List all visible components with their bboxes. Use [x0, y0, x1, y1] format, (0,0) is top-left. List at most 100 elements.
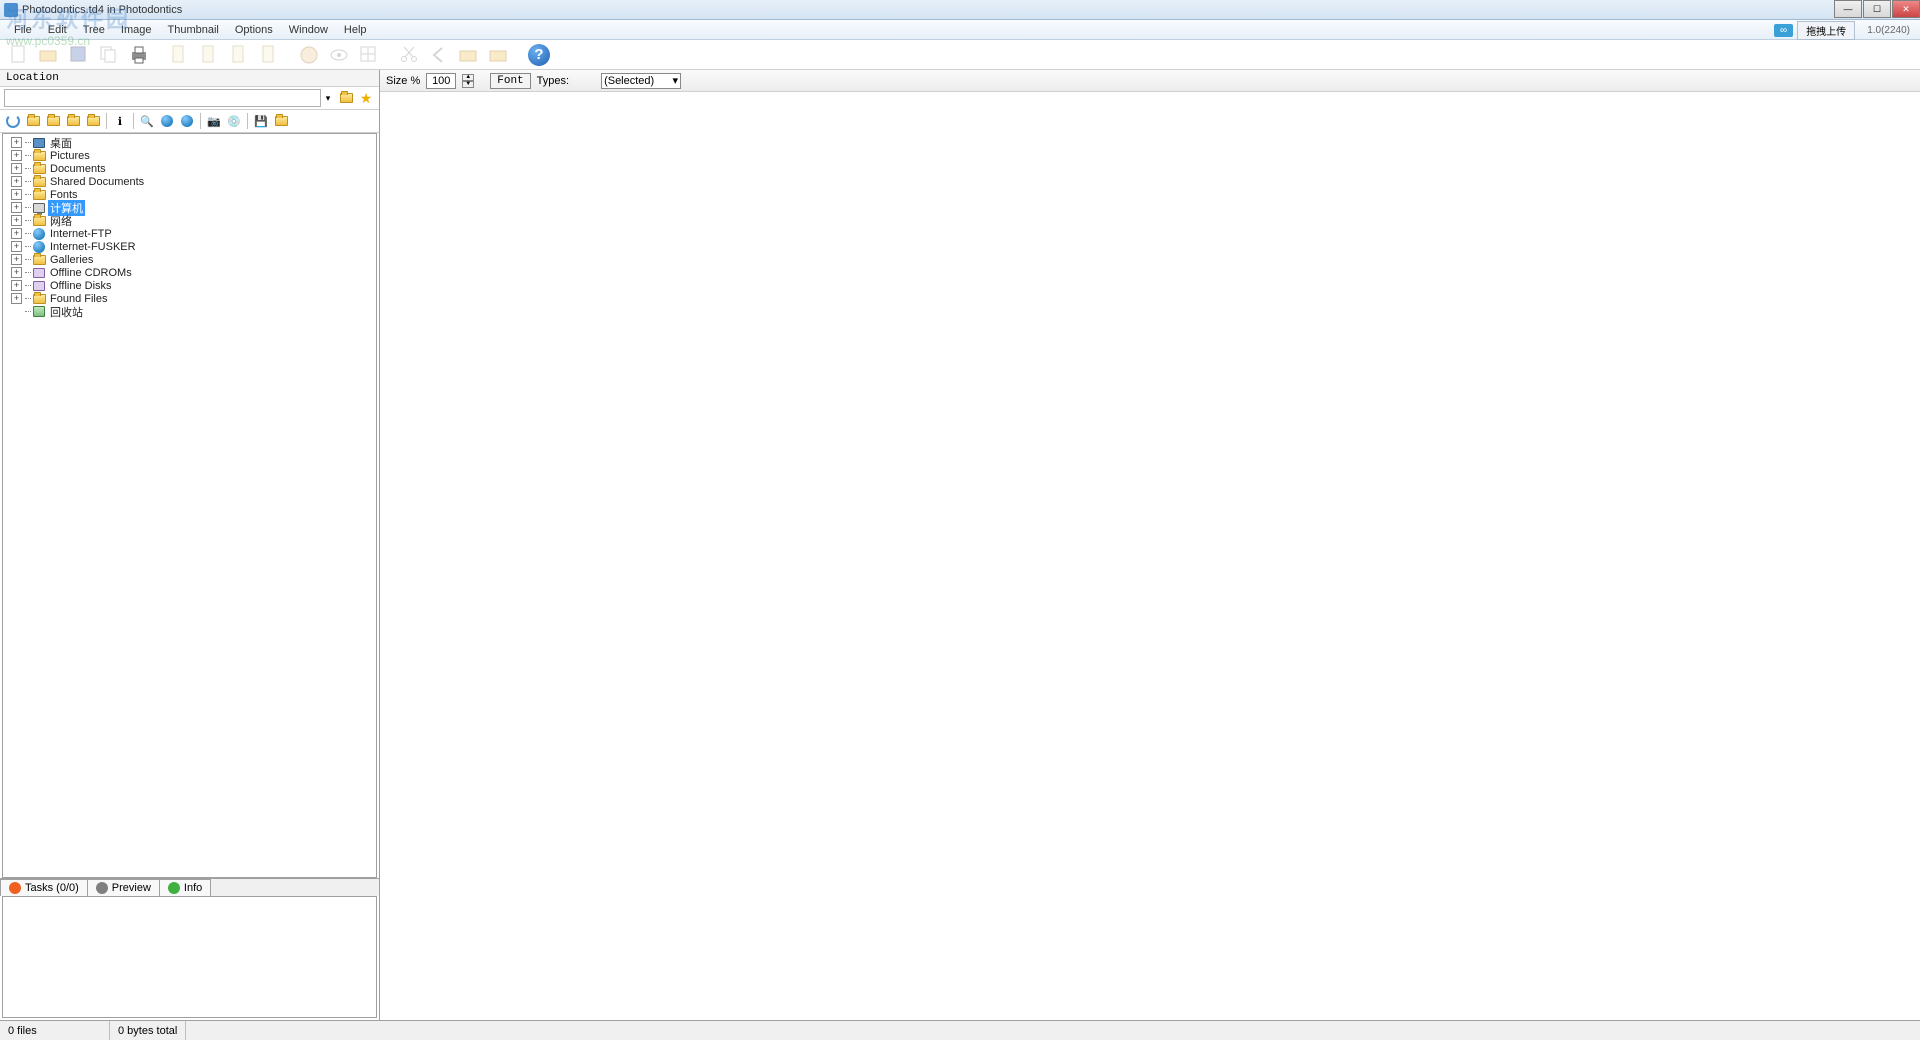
menu-help[interactable]: Help — [336, 22, 375, 38]
upload-button[interactable]: 拖拽上传 — [1797, 21, 1855, 40]
tree-expander-icon[interactable]: + — [11, 150, 22, 161]
tree-tb-open-icon[interactable] — [272, 112, 290, 130]
tab-info[interactable]: Info — [159, 879, 211, 896]
close-button[interactable]: ✕ — [1892, 0, 1920, 18]
disk-icon — [32, 267, 46, 279]
toolbar-print-icon[interactable] — [126, 42, 152, 68]
tab-tasks[interactable]: Tasks (0/0) — [0, 879, 88, 896]
spinner-down-icon[interactable]: ▼ — [462, 81, 474, 88]
tree-expander-icon[interactable]: + — [11, 176, 22, 187]
tree-node[interactable]: 回收站 — [5, 305, 374, 318]
tree-label[interactable]: Documents — [48, 163, 108, 175]
tree-tb-web1-icon[interactable] — [158, 112, 176, 130]
tree-expander-icon[interactable]: + — [11, 293, 22, 304]
thumbnail-toolbar: Size % ▲▼ Font Types: (Selected)▾ — [380, 70, 1920, 92]
tab-preview[interactable]: Preview — [87, 879, 160, 896]
location-dropdown-icon[interactable]: ▾ — [321, 93, 335, 104]
menu-image[interactable]: Image — [113, 22, 160, 38]
location-favorite-icon[interactable]: ★ — [357, 89, 375, 107]
toolbar-doc-icon[interactable] — [6, 42, 32, 68]
menu-options[interactable]: Options — [227, 22, 281, 38]
tree-label[interactable]: Shared Documents — [48, 176, 146, 188]
tree-label[interactable]: Pictures — [48, 150, 92, 162]
minimize-button[interactable]: — — [1834, 0, 1862, 18]
menu-thumbnail[interactable]: Thumbnail — [160, 22, 227, 38]
tree-expander-icon[interactable]: + — [11, 228, 22, 239]
tree-node[interactable]: + Offline Disks — [5, 279, 374, 292]
size-spinner[interactable]: ▲▼ — [462, 74, 474, 88]
tree-node[interactable]: + Offline CDROMs — [5, 266, 374, 279]
toolbar-arrow-left-icon[interactable] — [426, 42, 452, 68]
tree-expander-icon[interactable]: + — [11, 163, 22, 174]
tree-expander-icon[interactable]: + — [11, 202, 22, 213]
tree-tb-search-icon[interactable]: 🔍 — [138, 112, 156, 130]
tree-label[interactable]: 桌面 — [48, 135, 74, 151]
toolbar-eye-icon[interactable] — [326, 42, 352, 68]
menu-window[interactable]: Window — [281, 22, 336, 38]
location-input[interactable] — [4, 89, 321, 107]
toolbar-folder2-icon[interactable] — [486, 42, 512, 68]
tree-node[interactable]: + 桌面 — [5, 136, 374, 149]
tree-node[interactable]: + Documents — [5, 162, 374, 175]
tree-tb-disc-icon[interactable]: 💿 — [225, 112, 243, 130]
tree-expander-icon[interactable]: + — [11, 241, 22, 252]
tree-tb-refresh-icon[interactable] — [4, 112, 22, 130]
location-refresh-icon[interactable] — [337, 89, 355, 107]
spinner-up-icon[interactable]: ▲ — [462, 74, 474, 81]
toolbar-copy-icon[interactable] — [96, 42, 122, 68]
tree-node[interactable]: + Pictures — [5, 149, 374, 162]
tree-tb-camera-icon[interactable]: 📷 — [205, 112, 223, 130]
tree-node[interactable]: + Internet-FTP — [5, 227, 374, 240]
menu-file[interactable]: File — [6, 22, 40, 38]
tree-label[interactable]: Galleries — [48, 254, 95, 266]
font-button[interactable]: Font — [490, 73, 530, 89]
cloud-badge-icon[interactable]: ∞ — [1774, 24, 1793, 37]
globe-icon — [32, 241, 46, 253]
info-icon — [168, 882, 180, 894]
toolbar-cut-icon[interactable] — [396, 42, 422, 68]
tree-expander-icon[interactable]: + — [11, 254, 22, 265]
tree-expander-icon[interactable]: + — [11, 267, 22, 278]
tree-expander-icon[interactable]: + — [11, 189, 22, 200]
toolbar-help-icon[interactable]: ? — [526, 42, 552, 68]
tree-node[interactable]: + Shared Documents — [5, 175, 374, 188]
menu-tree[interactable]: Tree — [75, 22, 113, 38]
toolbar-palette-icon[interactable] — [296, 42, 322, 68]
tree-tb-info-icon[interactable]: ℹ — [111, 112, 129, 130]
toolbar-page4-icon[interactable] — [256, 42, 282, 68]
toolbar-open-icon[interactable] — [36, 42, 62, 68]
tree-expander-icon[interactable]: + — [11, 280, 22, 291]
disk-icon — [32, 280, 46, 292]
version-label: 1.0(2240) — [1867, 25, 1916, 36]
tree-view[interactable]: +桌面+Pictures+Documents+Shared Documents+… — [2, 133, 377, 878]
tree-label[interactable]: Offline Disks — [48, 280, 114, 292]
tree-tb-web2-icon[interactable] — [178, 112, 196, 130]
tree-label[interactable]: 回收站 — [48, 304, 85, 320]
types-select[interactable]: (Selected)▾ — [601, 73, 681, 89]
tree-tb-new-icon[interactable] — [84, 112, 102, 130]
tree-tb-back-icon[interactable] — [44, 112, 62, 130]
toolbar-page2-icon[interactable] — [196, 42, 222, 68]
menu-edit[interactable]: Edit — [40, 22, 75, 38]
thumbnail-area[interactable] — [380, 92, 1920, 1020]
toolbar-save-icon[interactable] — [66, 42, 92, 68]
tree-tb-up-icon[interactable] — [64, 112, 82, 130]
tree-label[interactable]: 网络 — [48, 213, 74, 229]
tree-node[interactable]: + Internet-FUSKER — [5, 240, 374, 253]
tree-expander-icon[interactable]: + — [11, 137, 22, 148]
tree-expander-icon[interactable]: + — [11, 215, 22, 226]
tree-label[interactable]: Internet-FUSKER — [48, 241, 138, 253]
tree-label[interactable]: Internet-FTP — [48, 228, 114, 240]
tree-tb-save-icon[interactable]: 💾 — [252, 112, 270, 130]
tree-node[interactable]: + Galleries — [5, 253, 374, 266]
toolbar-grid-icon[interactable] — [356, 42, 382, 68]
tree-tb-home-icon[interactable] — [24, 112, 42, 130]
tree-node[interactable]: + 网络 — [5, 214, 374, 227]
task-pane — [2, 896, 377, 1018]
toolbar-page3-icon[interactable] — [226, 42, 252, 68]
tree-label[interactable]: Offline CDROMs — [48, 267, 134, 279]
toolbar-folder-icon[interactable] — [456, 42, 482, 68]
toolbar-page1-icon[interactable] — [166, 42, 192, 68]
maximize-button[interactable]: ☐ — [1863, 0, 1891, 18]
size-input[interactable] — [426, 73, 456, 89]
